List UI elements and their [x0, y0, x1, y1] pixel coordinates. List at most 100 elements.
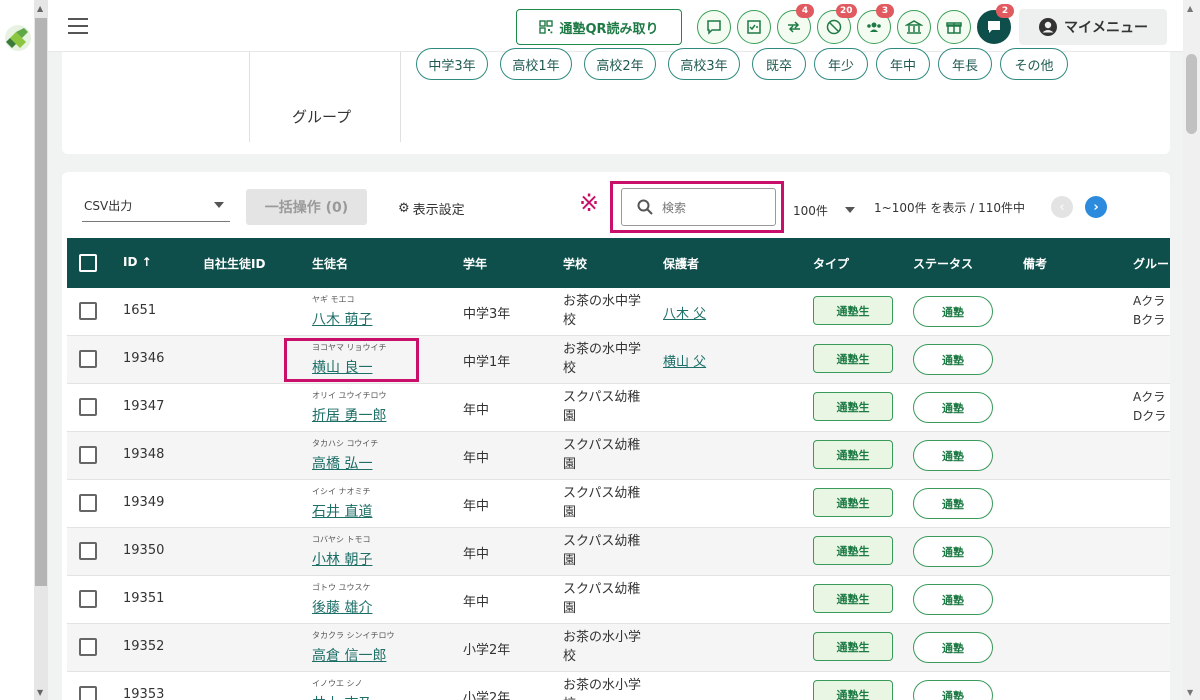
qr-scan-label: 通塾QR読み取り — [559, 21, 659, 37]
pagination-range: 1~100件 を表示 / 110件中 — [874, 201, 1025, 215]
status-button[interactable]: 通塾 — [913, 392, 993, 423]
grade-chip[interactable]: 既卒 — [752, 48, 806, 80]
checklist-button[interactable] — [737, 10, 771, 44]
message-button[interactable] — [697, 10, 731, 44]
column-header-grade[interactable]: 学年 — [463, 255, 487, 272]
next-page-button[interactable]: › — [1085, 196, 1107, 218]
school-button[interactable] — [897, 10, 931, 44]
scroll-down-arrow-icon[interactable]: ▼ — [1187, 688, 1193, 697]
search-input[interactable]: 検索 — [621, 188, 776, 226]
table-row[interactable]: 19346 ヨコヤマ リョウイチ 横山 良一 中学1年 お茶の水中学校 横山 父通塾生 通塾 — [67, 336, 1170, 384]
status-button[interactable]: 通塾 — [913, 296, 993, 327]
display-settings-button[interactable]: ⚙ 表示設定 — [398, 199, 465, 218]
row-checkbox[interactable] — [79, 638, 97, 656]
grade-chip[interactable]: 高校3年 — [668, 48, 740, 80]
grade-chip[interactable]: 年長 — [938, 48, 992, 80]
grade-chip[interactable]: 年中 — [876, 48, 930, 80]
left-scroll-thumb[interactable] — [35, 18, 47, 586]
csv-export-label: CSV出力 — [84, 199, 133, 213]
student-grade: 年中 — [463, 499, 490, 514]
student-name-link[interactable]: 井上 志乃 — [312, 693, 372, 700]
row-checkbox[interactable] — [79, 494, 97, 512]
left-scrollbar[interactable]: ▲ ▼ — [34, 0, 48, 700]
page-scroll-thumb[interactable] — [1186, 54, 1197, 134]
status-button[interactable]: 通塾 — [913, 536, 993, 567]
table-row[interactable]: 19353 イノウエ シノ井上 志乃 小学2年 お茶の水小学校 通塾生通塾 — [67, 672, 1170, 700]
column-header-school[interactable]: 学校 — [563, 255, 587, 272]
table-row[interactable]: 19352 タカクラ シンイチロウ 高倉 信一郎 小学2年 お茶の水小学校 通塾生 通塾 — [67, 624, 1170, 672]
student-group: Aクラ Dクラ — [1133, 390, 1167, 423]
status-button[interactable]: 通塾 — [913, 488, 993, 519]
prev-page-button[interactable]: ‹ — [1051, 196, 1073, 218]
column-header-type[interactable]: タイプ — [813, 255, 849, 272]
qr-scan-button[interactable]: 通塾QR読み取り — [516, 9, 682, 45]
row-checkbox[interactable] — [79, 350, 97, 368]
column-header-id[interactable]: ID ↑ — [123, 255, 152, 269]
table-row[interactable]: 19347 オリイ ユウイチロウ 折居 勇一郎 年中 スクパス幼稚園 通塾生 通塾 Aクラ D… — [67, 384, 1170, 432]
grade-chip[interactable]: 中学3年 — [416, 48, 488, 80]
student-name-link[interactable]: 八木 萌子 — [312, 309, 372, 329]
scroll-up-arrow-icon[interactable]: ▲ — [1187, 4, 1193, 13]
scroll-down-arrow-icon[interactable]: ▼ — [37, 688, 43, 697]
student-kana: タカクラ シンイチロウ — [312, 631, 395, 640]
grade-chip[interactable]: 高校1年 — [500, 48, 572, 80]
grade-chip[interactable]: 高校2年 — [584, 48, 656, 80]
student-name-link[interactable]: 高倉 信一郎 — [312, 645, 386, 665]
student-school: スクパス幼稚園 — [563, 438, 641, 472]
table-row[interactable]: 19350 コバヤシ トモコ 小林 朝子 年中 スクパス幼稚園 通塾生 通塾 — [67, 528, 1170, 576]
student-id: 1651 — [123, 303, 157, 318]
column-header-note[interactable]: 備考 — [1023, 255, 1047, 272]
row-checkbox[interactable] — [79, 686, 97, 700]
student-name-link[interactable]: 後藤 雄介 — [312, 597, 372, 617]
student-grade: 小学2年 — [463, 691, 511, 700]
approval-badge: 4 — [796, 4, 814, 18]
absence-button[interactable]: 20 — [817, 4, 857, 44]
row-checkbox[interactable] — [79, 302, 97, 320]
per-page-select[interactable]: 100件 — [793, 202, 857, 220]
status-button[interactable]: 通塾 — [913, 680, 993, 700]
group-button[interactable]: 3 — [857, 4, 894, 44]
status-button[interactable]: 通塾 — [913, 632, 993, 663]
row-checkbox[interactable] — [79, 398, 97, 416]
table-row[interactable]: 1651 ヤギ モエコ 八木 萌子 中学3年 お茶の水中学校 八木 父 通塾生 通塾 Aクラ B… — [67, 288, 1170, 336]
table-row[interactable]: 19351 ゴトウ ユウスケ 後藤 雄介 年中 スクパス幼稚園 通塾生 通塾 — [67, 576, 1170, 624]
status-button[interactable]: 通塾 — [913, 440, 993, 471]
my-menu-label: マイメニュー — [1064, 20, 1148, 36]
row-checkbox[interactable] — [79, 542, 97, 560]
student-name-link[interactable]: 小林 朝子 — [312, 549, 372, 569]
guardian-link[interactable]: 八木 父 — [663, 303, 706, 322]
column-header-name[interactable]: 生徒名 — [312, 255, 348, 272]
guardian-link[interactable]: 横山 父 — [663, 351, 706, 370]
column-header-guardian[interactable]: 保護者 — [663, 255, 699, 272]
grade-chip[interactable]: その他 — [1000, 48, 1068, 80]
qr-code-icon — [539, 20, 554, 34]
row-checkbox[interactable] — [79, 446, 97, 464]
scroll-up-arrow-icon[interactable]: ▲ — [37, 4, 43, 13]
student-name-link[interactable]: 高橋 弘一 — [312, 453, 372, 473]
select-all-checkbox[interactable] — [79, 254, 97, 272]
grade-chip[interactable]: 年少 — [814, 48, 868, 80]
table-row[interactable]: 19348 タカハシ コウイチ 高橋 弘一 年中 スクパス幼稚園 通塾生 通塾 — [67, 432, 1170, 480]
column-header-group[interactable]: グルー — [1133, 255, 1169, 272]
bulk-action-button[interactable]: 一括操作 (0) — [246, 189, 367, 225]
approval-button[interactable]: 4 — [777, 4, 814, 44]
divider — [249, 52, 250, 142]
student-name-link[interactable]: 折居 勇一郎 — [312, 405, 386, 425]
chat-button[interactable]: 2 — [977, 4, 1014, 44]
hamburger-menu-icon[interactable] — [68, 18, 88, 39]
app-logo-icon[interactable] — [4, 24, 32, 52]
my-menu-button[interactable]: マイメニュー — [1019, 9, 1167, 45]
page-scrollbar[interactable]: ▲ ▼ — [1183, 0, 1200, 700]
student-name-link[interactable]: 石井 直道 — [312, 501, 372, 521]
status-button[interactable]: 通塾 — [913, 584, 993, 615]
student-id: 19346 — [123, 351, 165, 366]
table-row[interactable]: 19349 イシイ ナオミチ 石井 直道 年中 スクパス幼稚園 通塾生 通塾 — [67, 480, 1170, 528]
row-checkbox[interactable] — [79, 590, 97, 608]
student-grade: 中学3年 — [463, 307, 511, 322]
status-button[interactable]: 通塾 — [913, 344, 993, 375]
gear-icon: ⚙ — [398, 201, 410, 216]
gift-button[interactable] — [937, 10, 971, 44]
csv-export-select[interactable]: CSV出力 — [82, 194, 230, 222]
column-header-status[interactable]: ステータス — [913, 255, 973, 272]
column-header-company-id[interactable]: 自社生徒ID — [203, 255, 265, 272]
